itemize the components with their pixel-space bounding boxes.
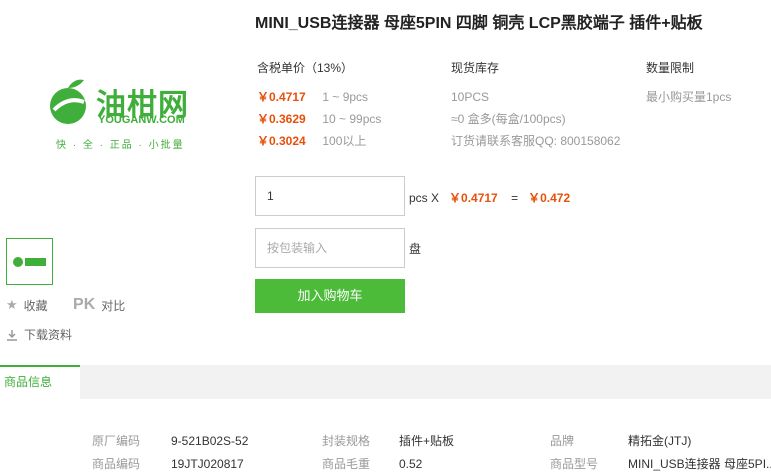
site-logo[interactable]: 油柑网 YOUGANW.COM 快 · 全 · 正品 · 小批量 [40, 72, 200, 152]
tier-price: ￥0.4717 [257, 90, 306, 104]
pk-icon: PK [73, 296, 96, 313]
price-header: 含税单价（13%） [257, 61, 354, 75]
stock-count: 10PCS [451, 90, 490, 104]
unit-price: ￥0.4717 [449, 191, 498, 205]
spec-label: 商品编码 [92, 457, 141, 471]
spec-package: 封装规格 插件+贴板 [322, 432, 454, 449]
tier-qty: 100以上 [322, 134, 367, 148]
product-title: MINI_USB连接器 母座5PIN 四脚 铜壳 LCP黑胶端子 插件+贴板 [255, 15, 703, 32]
compare-button[interactable]: PK 对比 [73, 296, 125, 314]
quantity-limit: 数量限制 最小购买量1pcs [646, 59, 731, 108]
price-tier-row: ￥0.4717 1 ~ 9pcs [257, 86, 381, 108]
pack-quantity-input[interactable]: 按包装输入 [255, 228, 405, 268]
pack-unit-label: 盘 [409, 242, 422, 256]
download-icon [7, 329, 17, 341]
tier-qty: 1 ~ 9pcs [322, 90, 369, 104]
spec-value: MINI_USB连接器 母座5PI... [628, 457, 771, 471]
spec-label: 品牌 [550, 434, 575, 448]
favorite-label: 收藏 [23, 298, 48, 313]
spec-mfr-code: 原厂编码 9-521B02S-52 [92, 432, 248, 449]
compare-label: 对比 [101, 298, 126, 313]
star-icon: ★ [6, 297, 18, 312]
detail-tabbar: 商品信息 [0, 365, 771, 399]
stock-info: 现货库存 10PCS ≈0 盒多(每盒/100pcs) 订货请联系客服QQ: 8… [451, 59, 620, 152]
price-tier-row: ￥0.3024 100以上 [257, 130, 381, 152]
equals-sign: = [511, 191, 519, 205]
logo-fruit-icon [50, 79, 86, 124]
favorite-button[interactable]: ★ 收藏 [6, 297, 48, 314]
product-actions: ★ 收藏 PK 对比 [6, 296, 147, 314]
spec-value: 插件+贴板 [399, 434, 455, 448]
price-tier-row: ￥0.3629 10 ~ 99pcs [257, 108, 381, 130]
download-datasheet-link[interactable]: 下载资料 [6, 326, 72, 343]
stock-contact: 订货请联系客服QQ: 800158062 [451, 134, 621, 148]
logo-slogan: 快 · 全 · 正品 · 小批量 [56, 140, 185, 151]
stock-header: 现货库存 [451, 61, 500, 75]
quantity-input[interactable]: 1 [255, 176, 405, 216]
tier-qty: 10 ~ 99pcs [322, 112, 382, 126]
spec-value: 0.52 [399, 457, 423, 471]
price-calculation: pcs X ￥0.4717 = ￥0.472 [409, 189, 570, 206]
tier-price: ￥0.3629 [257, 112, 306, 126]
download-label: 下载资料 [24, 328, 73, 342]
spec-value: 19JTJ020817 [171, 457, 244, 471]
tab-product-info[interactable]: 商品信息 [0, 365, 80, 399]
thumbnail-logo-icon [12, 256, 46, 267]
unit-label: pcs X [409, 191, 440, 205]
price-tiers: 含税单价（13%） ￥0.4717 1 ~ 9pcs ￥0.3629 10 ~ … [257, 59, 381, 152]
spec-label: 商品毛重 [322, 457, 371, 471]
spec-value: 精拓金(JTJ) [628, 434, 692, 448]
logo-domain: YOUGANW.COM [98, 114, 185, 126]
limit-min: 最小购买量1pcs [646, 90, 732, 104]
tier-price: ￥0.3024 [257, 134, 306, 148]
spec-brand: 品牌 精拓金(JTJ) [550, 432, 691, 449]
spec-item-code: 商品编码 19JTJ020817 [92, 455, 244, 472]
spec-label: 商品型号 [550, 457, 599, 471]
spec-weight: 商品毛重 0.52 [322, 455, 422, 472]
limit-header: 数量限制 [646, 61, 695, 75]
total-price: ￥0.472 [528, 191, 571, 205]
spec-value: 9-521B02S-52 [171, 434, 249, 448]
add-to-cart-button[interactable]: 加入购物车 [255, 279, 405, 313]
spec-model: 商品型号 MINI_USB连接器 母座5PI... [550, 455, 771, 472]
product-thumbnail[interactable] [6, 238, 53, 285]
spec-label: 原厂编码 [92, 434, 141, 448]
spec-label: 封装规格 [322, 434, 371, 448]
stock-pack: ≈0 盒多(每盒/100pcs) [451, 112, 566, 126]
